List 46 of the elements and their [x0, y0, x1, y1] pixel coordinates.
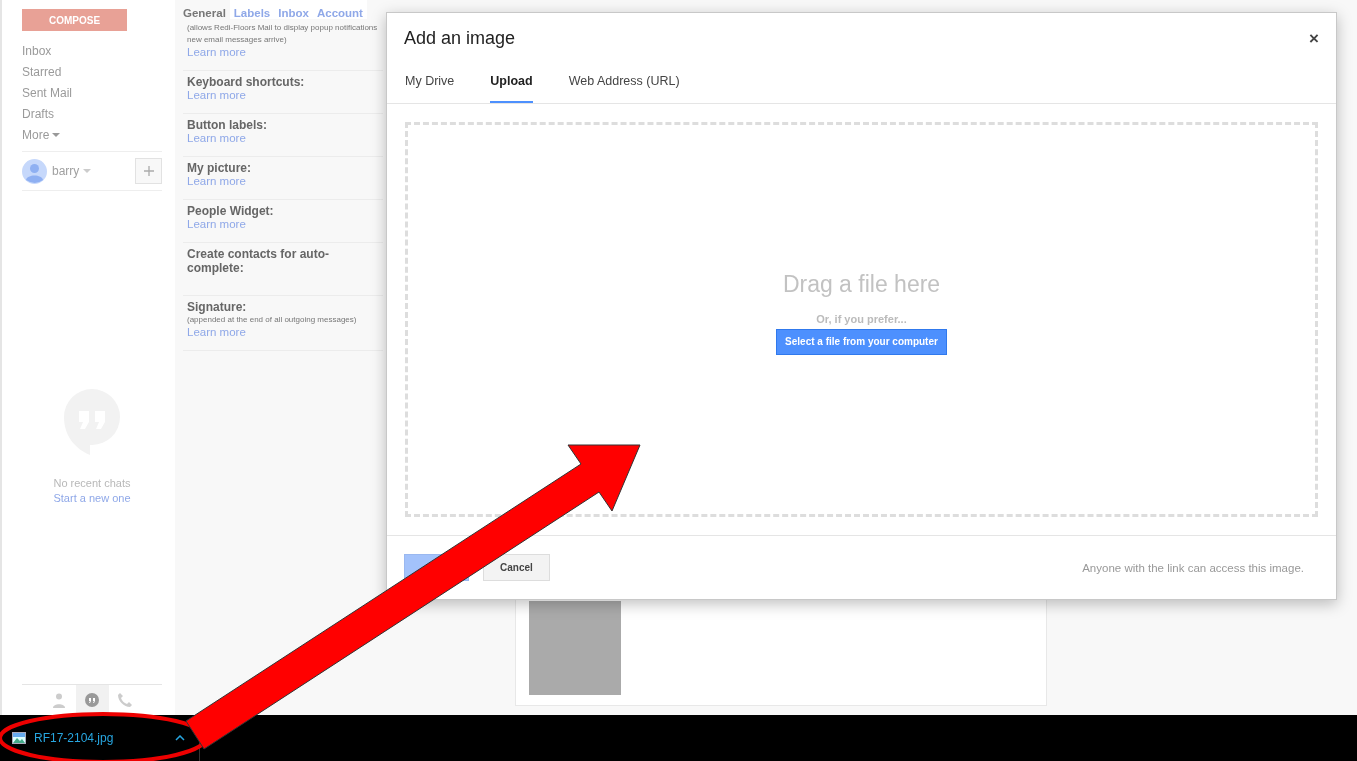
settings-tab[interactable]: Inbox — [274, 0, 313, 19]
person-icon — [51, 692, 67, 708]
compose-button[interactable]: COMPOSE — [22, 9, 127, 31]
access-note: Anyone with the link can access this image. — [1082, 561, 1304, 574]
start-chat-link[interactable]: Start a new one — [53, 492, 131, 504]
learn-more-link[interactable]: Learn more — [187, 218, 246, 230]
empty-chats-text: No recent chats — [53, 477, 131, 489]
chat-bubble-icon — [84, 692, 100, 708]
chevron-up-icon[interactable] — [175, 735, 185, 741]
dialog-tab[interactable]: Upload — [490, 68, 533, 103]
chat-tab[interactable] — [75, 685, 109, 715]
nav-link[interactable]: Drafts — [22, 107, 54, 121]
learn-more-link[interactable]: Learn more — [187, 326, 246, 338]
setting-label: My picture: — [187, 161, 252, 175]
nav-link[interactable]: Inbox — [22, 44, 52, 58]
setting-label: Signature: — [187, 300, 248, 314]
plus-icon — [143, 166, 154, 176]
settings-tab[interactable]: Account — [312, 0, 367, 19]
setting-label: Button labels: — [187, 118, 268, 132]
setting-description: (appended at the end of all outgoing messages) — [187, 314, 358, 326]
setting-description: (allows Redi-Floors Mail to display popup notifications — [187, 22, 379, 34]
learn-more-link[interactable]: Learn more — [187, 89, 246, 101]
nav-link[interactable]: Starred — [22, 65, 62, 79]
dialog-title: Add an image — [404, 28, 516, 49]
drop-heading: Drag a file here — [782, 270, 941, 298]
dialog-tab[interactable]: My Drive — [405, 68, 455, 103]
phone-icon — [117, 692, 133, 708]
learn-more-link[interactable]: Learn more — [187, 132, 246, 144]
account-menu[interactable]: barry — [52, 164, 92, 178]
learn-more-link[interactable]: Learn more — [187, 46, 246, 58]
select-file-button[interactable]: Select a file from your computer — [776, 328, 947, 355]
caret-icon — [83, 169, 92, 173]
drop-subtext: Or, if you prefer... — [816, 312, 907, 325]
setting-label: Create contacts for auto-complete: — [187, 247, 331, 275]
dialog-tab[interactable]: Web Address (URL) — [568, 68, 680, 103]
setting-label: Keyboard shortcuts: — [187, 75, 306, 89]
file-name: RF17-2104.jpg — [34, 731, 114, 745]
cancel-button[interactable]: Cancel — [483, 554, 550, 581]
image-file-icon — [12, 732, 26, 744]
setting-description: new email messages arrive) — [187, 34, 288, 46]
learn-more-link[interactable]: Learn more — [187, 175, 246, 187]
setting-label: People Widget: — [187, 204, 275, 218]
close-button[interactable]: × — [1309, 28, 1319, 49]
nav-link[interactable]: More — [22, 128, 61, 142]
nav-link[interactable]: Sent Mail — [22, 86, 73, 100]
settings-tab[interactable]: Labels — [229, 0, 275, 19]
